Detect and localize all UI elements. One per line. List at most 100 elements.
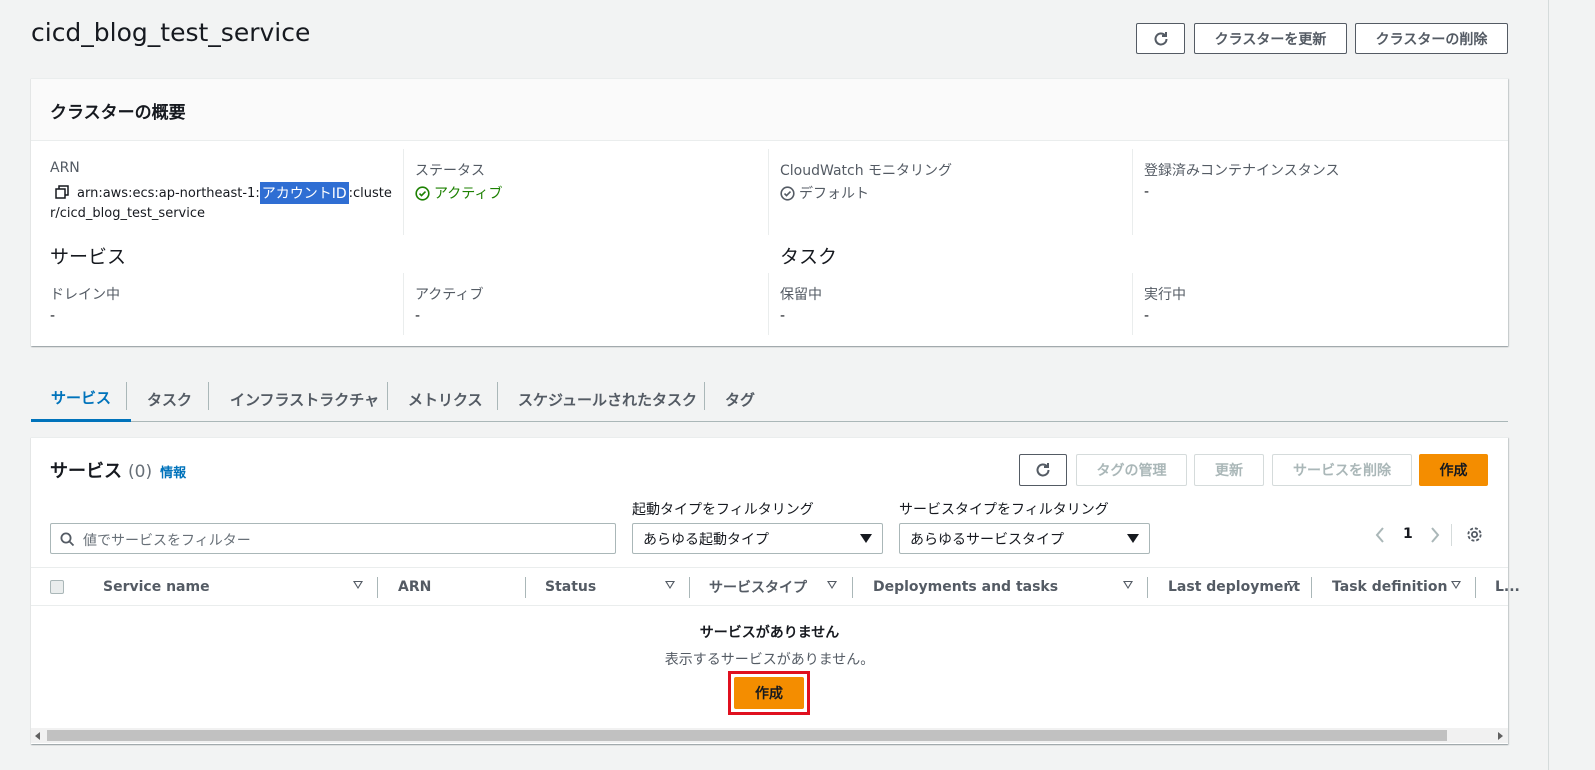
cluster-overview-card: クラスターの概要 ARN arn:aws:ecs:ap-northeast-1:… bbox=[31, 78, 1508, 346]
search-placeholder: 値でサービスをフィルター bbox=[83, 533, 251, 549]
overview-header: クラスターの概要 bbox=[31, 79, 1508, 141]
sort-icon[interactable] bbox=[1287, 581, 1297, 589]
search-icon bbox=[60, 532, 75, 547]
col-status[interactable]: Status bbox=[545, 568, 596, 606]
launch-type-value: あらゆる起動タイプ bbox=[643, 531, 769, 548]
sort-icon[interactable] bbox=[1123, 581, 1133, 589]
tab-scheduled-tasks[interactable]: スケジュールされたタスク bbox=[518, 376, 697, 422]
instances-label: 登録済みコンテナインスタンス bbox=[1144, 163, 1340, 179]
create-service-button[interactable]: 作成 bbox=[1419, 454, 1488, 486]
page-title: cicd_blog_test_service bbox=[31, 18, 311, 47]
account-id-highlight: アカウントID bbox=[259, 182, 349, 204]
arn-value: arn:aws:ecs:ap-northeast-1: アカウントID:clust… bbox=[77, 182, 392, 204]
service-type-select[interactable]: あらゆるサービスタイプ bbox=[899, 523, 1150, 554]
sort-icon[interactable] bbox=[353, 581, 363, 589]
col-divider bbox=[768, 149, 769, 235]
page-scrollbar-track bbox=[1548, 0, 1549, 770]
col-separator bbox=[377, 577, 378, 598]
col-divider bbox=[403, 149, 404, 235]
tab-metrics[interactable]: メトリクス bbox=[408, 376, 483, 422]
services-panel: サービス (0) 情報 タグの管理 更新 サービスを削除 作成 起動タイプをフィ… bbox=[31, 437, 1520, 744]
arn-value-line2: r/cicd_blog_test_service bbox=[50, 206, 205, 221]
tab-separator bbox=[208, 382, 209, 410]
services-heading: サービス bbox=[50, 246, 127, 268]
settings-gear-icon[interactable] bbox=[1466, 526, 1483, 547]
page-number[interactable]: 1 bbox=[1403, 526, 1413, 542]
running-label: 実行中 bbox=[1144, 287, 1186, 303]
table-header: Service name ARN Status サービスタイプ Deployme… bbox=[31, 567, 1520, 606]
col-separator bbox=[1147, 577, 1148, 598]
delete-service-button[interactable]: サービスを削除 bbox=[1272, 454, 1412, 486]
pending-label: 保留中 bbox=[780, 287, 822, 303]
services-title-text: サービス bbox=[50, 461, 122, 482]
arn-suffix: :cluste bbox=[348, 185, 392, 201]
col-last-deployment[interactable]: Last deployment bbox=[1168, 568, 1300, 606]
refresh-button[interactable] bbox=[1136, 23, 1185, 54]
tab-separator bbox=[704, 382, 705, 410]
col-separator bbox=[689, 577, 690, 598]
status-text: アクティブ bbox=[434, 186, 503, 202]
caret-down-icon bbox=[1127, 534, 1139, 543]
check-circle-icon bbox=[780, 185, 795, 201]
scrollbar-thumb[interactable] bbox=[47, 730, 1447, 741]
col-arn[interactable]: ARN bbox=[398, 568, 431, 606]
col-truncated[interactable]: L... bbox=[1495, 568, 1520, 606]
horizontal-scrollbar[interactable] bbox=[31, 728, 1508, 743]
tab-separator bbox=[387, 382, 388, 410]
sort-icon[interactable] bbox=[827, 581, 837, 589]
sort-icon[interactable] bbox=[665, 581, 675, 589]
cluster-tabs: サービス タスク インフラストラクチャ メトリクス スケジュールされたタスク タ… bbox=[31, 376, 1508, 422]
status-value: アクティブ bbox=[415, 183, 502, 203]
col-separator bbox=[1311, 577, 1312, 598]
select-all-checkbox[interactable] bbox=[50, 580, 64, 594]
copy-icon[interactable] bbox=[55, 185, 69, 199]
prev-page-icon[interactable] bbox=[1374, 526, 1386, 548]
tab-separator bbox=[497, 382, 498, 410]
cloudwatch-text: デフォルト bbox=[799, 186, 869, 202]
tab-tasks[interactable]: タスク bbox=[147, 376, 192, 422]
active-services-label: アクティブ bbox=[415, 287, 484, 303]
col-separator bbox=[1475, 577, 1476, 598]
check-circle-icon bbox=[415, 185, 430, 201]
col-divider bbox=[768, 273, 769, 335]
tab-services[interactable]: サービス bbox=[31, 376, 132, 422]
col-service-type[interactable]: サービスタイプ bbox=[709, 568, 807, 606]
col-separator bbox=[525, 577, 526, 598]
col-deployments[interactable]: Deployments and tasks bbox=[873, 568, 1058, 606]
delete-cluster-button[interactable]: クラスターの削除 bbox=[1355, 23, 1508, 54]
refresh-icon bbox=[1036, 463, 1050, 477]
scroll-right-icon[interactable] bbox=[1498, 732, 1503, 740]
status-label: ステータス bbox=[415, 163, 485, 179]
search-input[interactable]: 値でサービスをフィルター bbox=[50, 523, 616, 554]
update-service-button[interactable]: 更新 bbox=[1194, 454, 1264, 486]
arn-prefix: arn:aws:ecs:ap-northeast-1: bbox=[77, 185, 260, 201]
running-value: - bbox=[1144, 308, 1150, 324]
info-link[interactable]: 情報 bbox=[160, 462, 186, 481]
empty-title: サービスがありません bbox=[699, 625, 840, 641]
col-divider bbox=[403, 273, 404, 335]
next-page-icon[interactable] bbox=[1429, 526, 1441, 548]
launch-type-filter-label: 起動タイプをフィルタリング bbox=[632, 502, 814, 518]
arn-label: ARN bbox=[50, 160, 80, 176]
col-service-name[interactable]: Service name bbox=[103, 568, 210, 606]
update-cluster-button[interactable]: クラスターを更新 bbox=[1194, 23, 1347, 54]
tab-infrastructure[interactable]: インフラストラクチャ bbox=[230, 376, 379, 422]
empty-message: 表示するサービスがありません。 bbox=[664, 652, 875, 668]
manage-tags-button[interactable]: タグの管理 bbox=[1076, 454, 1187, 486]
services-panel-title: サービス (0) 情報 bbox=[50, 457, 186, 483]
empty-create-button[interactable]: 作成 bbox=[734, 677, 804, 709]
draining-value: - bbox=[50, 308, 56, 324]
overview-title: クラスターの概要 bbox=[50, 103, 186, 123]
instances-value: - bbox=[1144, 184, 1150, 200]
cloudwatch-label: CloudWatch モニタリング bbox=[780, 163, 953, 179]
tab-separator bbox=[126, 382, 127, 410]
pagination-divider bbox=[1451, 524, 1452, 546]
sort-icon[interactable] bbox=[1451, 581, 1461, 589]
col-task-definition[interactable]: Task definition bbox=[1332, 568, 1447, 606]
tab-tags[interactable]: タグ bbox=[725, 376, 755, 422]
refresh-services-button[interactable] bbox=[1019, 454, 1067, 486]
launch-type-select[interactable]: あらゆる起動タイプ bbox=[632, 523, 883, 554]
col-divider bbox=[1132, 273, 1133, 335]
tasks-heading: タスク bbox=[780, 246, 838, 268]
scroll-left-icon[interactable] bbox=[35, 732, 40, 740]
